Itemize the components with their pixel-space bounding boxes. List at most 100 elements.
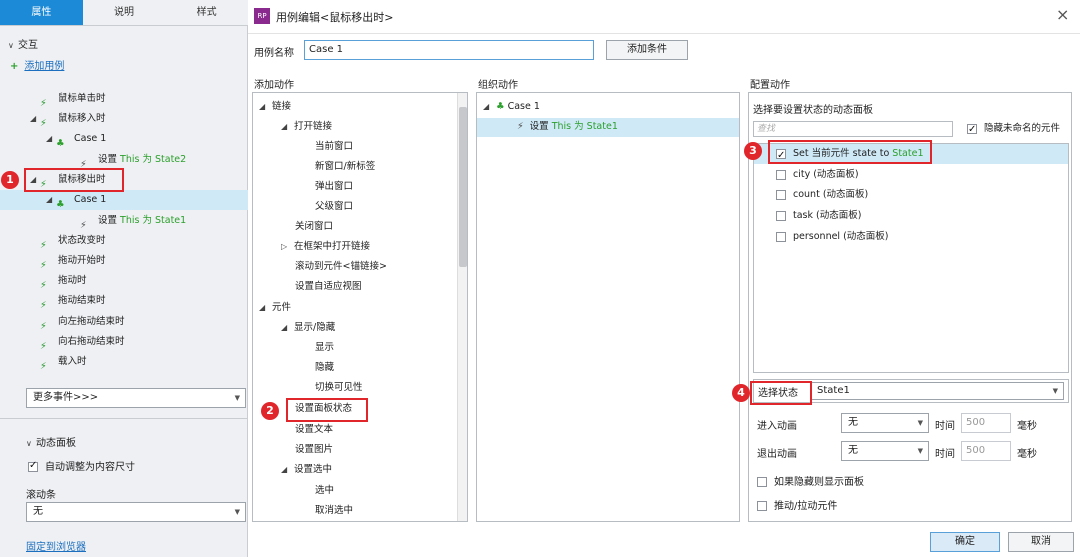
case-label: Case 1 [74,133,107,144]
checkbox-unchecked[interactable] [776,189,786,200]
tree-group[interactable]: ◢ 元件 [259,299,291,318]
tree-item[interactable]: 切换可见性 [315,379,363,398]
step-marker: 2 [261,402,279,420]
tree-group[interactable]: ◢ 链接 [259,98,291,117]
tree-item[interactable]: 当前窗口 [315,138,353,157]
exit-time-input[interactable]: 500 [961,441,1011,461]
panel-option-label: city (动态面板) [793,169,859,180]
add-case-label: 添加用例 [24,61,65,72]
tree-item[interactable]: 取消选中 [315,502,353,521]
panel-option[interactable]: city (动态面板) [776,166,859,185]
tree-item[interactable]: 设置自适应视图 [295,278,362,297]
event-item[interactable]: ⚡ 向右拖动结束时 [0,332,248,352]
panel-option[interactable]: personnel (动态面板) [776,228,889,247]
event-item[interactable]: ◢ ⚡ 鼠标移入时 [0,109,248,129]
plus-icon: + [10,61,19,72]
checkbox-unchecked[interactable] [776,169,786,180]
event-label: 鼠标单击时 [58,93,106,104]
tree-group[interactable]: ◢ 打开链接 [281,118,332,137]
cancel-button[interactable]: 取消 [1008,532,1074,552]
event-item[interactable]: ⚡ 向左拖动结束时 [0,312,248,332]
checkbox-unchecked[interactable] [776,210,786,221]
event-item[interactable]: ⚡ 拖动时 [0,271,248,291]
tree-item[interactable]: 设置图片 [295,441,333,460]
add-case-link[interactable]: + 添加用例 [10,57,64,72]
panel-option[interactable]: task (动态面板) [776,207,861,226]
ok-button[interactable]: 确定 [930,532,1000,552]
event-label: 状态改变时 [58,235,106,246]
org-case-item[interactable]: ◢ ♣ Case 1 [483,98,540,117]
enter-time-input[interactable]: 500 [961,413,1011,433]
org-action-item-selected[interactable]: ⚡ 设置 This 为 State1 [477,118,739,137]
collapsed-triangle-icon: ▷ [281,242,288,251]
case-item[interactable]: ◢ ♣ Case 1 [0,129,248,149]
tab-style[interactable]: 样式 [165,0,249,25]
dropdown-arrow-icon: ▼ [1052,387,1058,395]
add-condition-button[interactable]: 添加条件 [606,40,688,60]
auto-fit-label: 自动调整为内容尺寸 [45,462,135,473]
more-events-dropdown[interactable]: 更多事件>>> ▼ [26,388,246,408]
tree-item[interactable]: 隐藏 [315,359,334,378]
event-icon: ⚡ [40,360,47,372]
tree-label: 在框架中打开链接 [294,241,371,252]
hide-unnamed-checkbox[interactable]: 隐藏未命名的元件 [967,121,1060,138]
interaction-section-header[interactable]: ∨ 交互 [8,36,38,51]
checkbox-unchecked[interactable] [776,231,786,242]
expand-triangle-icon: ◢ [46,195,53,204]
expand-triangle-icon: ◢ [483,102,490,111]
step-marker: 1 [1,171,19,189]
action-item[interactable]: ⚡ 设置 This 为 State2 [0,150,248,170]
auto-fit-checkbox[interactable]: 自动调整为内容尺寸 [28,458,135,473]
action-item[interactable]: ⚡ 设置 This 为 State1 [0,211,248,231]
add-action-scrollbar[interactable] [457,93,467,521]
checkbox-unchecked[interactable] [757,501,767,511]
enter-anim-select[interactable]: 无 ▼ [841,413,929,433]
tree-group[interactable]: ◢ 设置选中 [281,461,332,480]
tab-notes[interactable]: 说明 [82,0,166,25]
select-state-dropdown[interactable]: State1 ▼ [810,382,1064,400]
dynamic-panel-header[interactable]: ∨ 动态面板 [26,434,76,449]
scrollbar-select[interactable]: 无 ▼ [26,502,246,522]
search-input[interactable]: 查找 [753,121,953,137]
dynamic-panel-title: 动态面板 [36,438,76,449]
tree-group[interactable]: ▷ 在框架中打开链接 [281,238,370,257]
event-item[interactable]: ⚡ 鼠标单击时 [0,89,248,109]
expand-triangle-icon: ◢ [259,303,266,312]
push-pull-checkbox[interactable]: 推动/拉动元件 [757,497,837,512]
pin-to-browser-link[interactable]: 固定到浏览器 [26,538,86,553]
panel-option[interactable]: count (动态面板) [776,186,868,205]
tree-item[interactable]: 新窗口/新标签 [315,158,375,177]
organize-action-panel: ◢ ♣ Case 1 ⚡ 设置 This 为 State1 [476,92,740,522]
event-item[interactable]: ⚡ 拖动结束时 [0,291,248,311]
ms-label: 毫秒 [1017,449,1037,460]
app-logo-icon: RP [254,8,270,24]
more-events-label: 更多事件>>> [33,392,99,403]
event-label: 拖动开始时 [58,255,106,266]
checkbox-unchecked[interactable] [757,477,767,487]
anim-value: 无 [848,445,858,456]
scroll-thumb[interactable] [459,107,467,267]
checkbox-checked[interactable] [967,122,977,138]
tree-item[interactable]: 选中 [315,482,334,501]
event-item[interactable]: ⚡ 拖动开始时 [0,251,248,271]
tree-item[interactable]: 显示 [315,339,334,358]
case-item-selected[interactable]: ◢ ♣ Case 1 [0,190,248,210]
push-pull-label: 推动/拉动元件 [774,501,838,512]
event-item[interactable]: ⚡ 载入时 [0,352,248,372]
tree-item[interactable]: 关闭窗口 [295,218,333,237]
tree-group[interactable]: ◢ 显示/隐藏 [281,319,335,338]
checkbox-checked[interactable] [28,460,38,472]
event-item[interactable]: ⚡ 状态改变时 [0,231,248,251]
action-bolt-icon: ⚡ [80,158,87,170]
event-icon: ⚡ [40,117,47,129]
tab-properties[interactable]: 属性 [0,0,83,25]
tree-item[interactable]: 设置文本 [295,421,333,440]
close-icon[interactable]: × [1056,5,1069,24]
tree-item[interactable]: 弹出窗口 [315,178,353,197]
show-if-hidden-checkbox[interactable]: 如果隐藏则显示面板 [757,473,864,488]
event-label: 向左拖动结束时 [58,316,125,327]
exit-anim-select[interactable]: 无 ▼ [841,441,929,461]
tree-item[interactable]: 滚动到元件<锚链接> [295,258,387,277]
case-name-input[interactable]: Case 1 [304,40,594,60]
tree-item[interactable]: 父级窗口 [315,198,353,217]
